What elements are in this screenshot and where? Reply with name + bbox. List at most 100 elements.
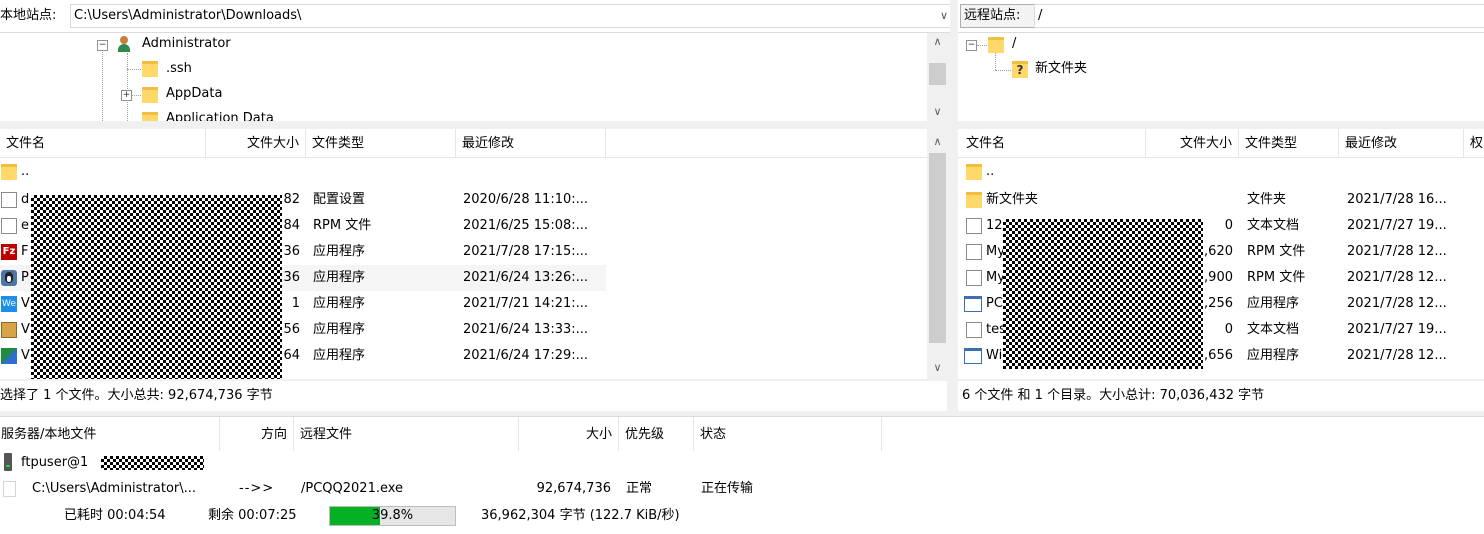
local-path-bar: 本地站点: C:\Users\Administrator\Downloads\ … xyxy=(0,0,953,33)
transfer-state: 正在传输 xyxy=(701,481,754,496)
server-name: ftpuser@1 xyxy=(21,455,89,470)
remote-tree-panel: − / ? 新文件夹 xyxy=(958,33,1484,121)
tree-item-new-folder[interactable]: 新文件夹 xyxy=(1035,60,1087,78)
wechat-app-icon: We xyxy=(1,296,17,312)
server-row[interactable]: ftpuser@1 xyxy=(0,452,900,474)
file-icon xyxy=(966,270,982,286)
expand-toggle[interactable]: + xyxy=(121,90,132,101)
file-modified: 2020/6/28 11:10:... xyxy=(463,192,589,207)
tree-item-application-data[interactable]: Application Data xyxy=(166,110,274,121)
tree-line xyxy=(995,70,1011,71)
penguin-app-icon xyxy=(1,270,17,286)
local-site-label: 本地站点: xyxy=(0,8,57,23)
file-name: d xyxy=(21,192,30,207)
scroll-up-icon[interactable]: ∧ xyxy=(928,33,947,51)
folder-icon xyxy=(142,87,158,103)
col-header-size[interactable]: 大小 xyxy=(519,417,619,451)
file-type: 应用程序 xyxy=(1247,348,1300,363)
local-tree-scrollbar[interactable]: ∧ ∨ xyxy=(928,33,947,121)
list-item[interactable]: 新文件夹 文件夹 2021/7/28 16... xyxy=(958,187,1484,213)
list-item[interactable]: .. xyxy=(0,159,606,185)
local-path-input[interactable]: C:\Users\Administrator\Downloads\ ∨ xyxy=(70,4,953,28)
file-modified: 2021/7/21 14:21:... xyxy=(463,296,589,311)
tree-item-root[interactable]: / xyxy=(1012,35,1016,53)
file-modified: 2021/7/28 12... xyxy=(1347,296,1447,311)
file-modified: 2021/6/25 15:08:... xyxy=(463,218,589,233)
scroll-thumb[interactable] xyxy=(929,153,946,343)
transfer-remote-file: /PCQQ2021.exe xyxy=(301,481,404,496)
transfer-local-file: C:\Users\Administrator\... xyxy=(32,481,197,496)
col-header-modified[interactable]: 最近修改 xyxy=(1339,129,1464,157)
remote-status-text: 6 个文件 和 1 个目录。大小总计: 70,036,432 字节 xyxy=(962,388,1265,403)
file-modified: 2021/7/28 12... xyxy=(1347,348,1447,363)
file-type: 应用程序 xyxy=(313,296,366,311)
chevron-down-icon[interactable]: ∨ xyxy=(940,5,948,27)
file-modified: 2021/7/28 12... xyxy=(1347,270,1447,285)
file-type: 配置设置 xyxy=(313,192,366,207)
col-header-permissions[interactable]: 权 xyxy=(1464,129,1484,157)
file-type: 应用程序 xyxy=(313,322,366,337)
col-header-size[interactable]: 文件大小 xyxy=(1146,129,1239,157)
tree-item-ssh[interactable]: .ssh xyxy=(166,60,192,78)
remote-path-input[interactable]: / xyxy=(1034,4,1484,28)
tree-line xyxy=(995,53,996,70)
folder-icon xyxy=(966,164,982,180)
file-name: V xyxy=(21,348,30,363)
remote-site-label-box: 远程站点: xyxy=(960,4,1035,28)
file-icon xyxy=(3,481,16,497)
elapsed-time: 已耗时 00:04:54 xyxy=(64,508,166,523)
collapse-toggle[interactable]: − xyxy=(97,40,108,51)
col-header-remote-file[interactable]: 远程文件 xyxy=(294,417,519,451)
remaining-time: 剩余 00:07:25 xyxy=(208,508,297,523)
file-type: 应用程序 xyxy=(313,270,366,285)
tree-item-administrator[interactable]: Administrator xyxy=(142,35,231,53)
tree-line xyxy=(102,47,103,121)
pane-divider[interactable] xyxy=(0,121,1484,129)
vertical-splitter[interactable] xyxy=(950,0,958,412)
col-header-direction[interactable]: 方向 xyxy=(220,417,294,451)
local-tree-panel: − Administrator .ssh + AppData Applicati… xyxy=(0,33,927,121)
scroll-down-icon[interactable]: ∨ xyxy=(928,359,947,377)
file-type: RPM 文件 xyxy=(1247,270,1306,285)
text-file-icon xyxy=(966,218,982,234)
app-window-icon xyxy=(964,348,982,364)
col-header-server-local[interactable]: 服务器/本地文件 xyxy=(0,417,220,451)
file-name: .. xyxy=(21,164,30,179)
progress-row: 已耗时 00:04:54 剩余 00:07:25 39.8% 36,962,30… xyxy=(0,505,900,527)
installer-app-icon xyxy=(1,322,17,338)
redacted-area xyxy=(101,456,204,470)
file-modified: 2021/7/27 19... xyxy=(1347,218,1447,233)
col-header-priority[interactable]: 优先级 xyxy=(619,417,694,451)
file-name: 12 xyxy=(986,218,1003,233)
col-header-type[interactable]: 文件类型 xyxy=(306,129,456,157)
scroll-up-icon[interactable]: ∧ xyxy=(928,133,947,151)
filezilla-app-icon: Fz xyxy=(1,244,17,260)
file-modified: 2021/7/28 12... xyxy=(1347,244,1447,259)
app-window-icon xyxy=(964,296,982,312)
local-path-value: C:\Users\Administrator\Downloads\ xyxy=(74,8,302,23)
transfer-size: 92,674,736 xyxy=(536,481,611,496)
file-modified: 2021/7/28 17:15:... xyxy=(463,244,589,259)
file-modified: 2021/6/24 13:26:... xyxy=(463,270,589,285)
local-file-list: 文件名 ⌃ 文件大小 文件类型 最近修改 .. d 82 配置设置 2020/6… xyxy=(0,129,927,379)
scroll-thumb[interactable] xyxy=(929,63,946,85)
queue-header: 服务器/本地文件 方向 远程文件 大小 优先级 状态 xyxy=(0,416,1484,451)
scroll-down-icon[interactable]: ∨ xyxy=(928,103,947,121)
col-header-type[interactable]: 文件类型 xyxy=(1239,129,1339,157)
text-file-icon xyxy=(966,322,982,338)
remote-list-header: 文件名 ⌃ 文件大小 文件类型 最近修改 权 xyxy=(958,129,1484,158)
col-header-status[interactable]: 状态 xyxy=(694,417,882,451)
col-header-size[interactable]: 文件大小 xyxy=(206,129,306,157)
folder-icon xyxy=(966,192,982,208)
file-modified: 2021/7/27 19... xyxy=(1347,322,1447,337)
local-list-scrollbar[interactable]: ∧ ∨ xyxy=(928,129,947,379)
transfer-row[interactable]: C:\Users\Administrator\... -->> /PCQQ202… xyxy=(0,478,900,500)
folder-icon xyxy=(142,61,158,77)
col-header-modified[interactable]: 最近修改 xyxy=(456,129,606,157)
file-type: 文本文档 xyxy=(1247,322,1300,337)
tree-item-appdata[interactable]: AppData xyxy=(166,85,222,103)
collapse-toggle[interactable]: − xyxy=(966,40,977,51)
list-item[interactable]: .. xyxy=(958,159,1484,185)
folder-icon xyxy=(142,112,158,121)
file-name: PC xyxy=(986,296,1003,311)
